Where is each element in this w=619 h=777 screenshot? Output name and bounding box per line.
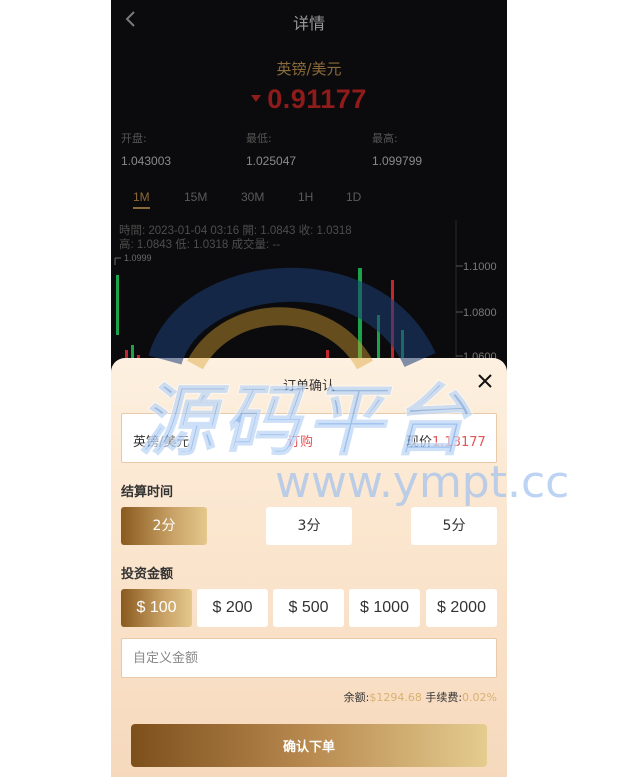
- balance-label: 余额:: [343, 691, 370, 704]
- axis-tick-label: 1.1000: [463, 261, 497, 273]
- settle-option-2min[interactable]: 2分: [121, 507, 207, 545]
- stat-high: 最高: 1.099799: [372, 130, 492, 168]
- tab-1d[interactable]: 1D: [346, 190, 361, 204]
- current-price-label: 现价: [406, 435, 433, 450]
- custom-amount-input[interactable]: [121, 638, 497, 678]
- ohlc-line-2: 高: 1.0843 低: 1.0318 成交量: --: [119, 239, 281, 251]
- settle-option-5min[interactable]: 5分: [411, 507, 497, 545]
- close-icon[interactable]: [477, 373, 493, 389]
- stat-label: 最低:: [246, 132, 272, 145]
- price-row: 0.91177: [111, 84, 507, 115]
- fee-label: 手续费:: [425, 691, 463, 704]
- interval-tabs: 1M 15M 30M 1H 1D: [121, 190, 501, 212]
- stat-label: 最高:: [372, 132, 398, 145]
- order-confirm-sheet: 订单确认 英镑/美元 订购 现价1.13177 结算时间 2分 3分 5分 投资…: [111, 358, 507, 777]
- sheet-title: 订单确认: [282, 379, 335, 394]
- balance-fee-line: 余额:$1294.68 手续费:0.02%: [344, 689, 497, 705]
- tab-1h[interactable]: 1H: [298, 190, 313, 204]
- fee-value: 0.02%: [462, 691, 497, 704]
- page-title: 详情: [292, 14, 325, 33]
- down-triangle-icon: [251, 95, 262, 102]
- tab-30m[interactable]: 30M: [241, 190, 264, 204]
- pair-name: 英镑/美元: [276, 60, 342, 78]
- amount-option-500[interactable]: $ 500: [273, 589, 344, 627]
- ohlc-readout: 時間: 2023-01-04 03:16 開: 1.0843 收: 1.0318…: [119, 224, 449, 252]
- amount-option-100[interactable]: $ 100: [121, 589, 192, 627]
- order-pair: 英镑/美元: [133, 435, 190, 450]
- settle-time-title: 结算时间: [121, 485, 174, 500]
- stat-low: 最低: 1.025047: [246, 130, 366, 168]
- header: 详情: [111, 0, 507, 40]
- balance-value: $1294.68: [369, 691, 422, 704]
- order-direction: 订购: [287, 435, 314, 450]
- tab-15m[interactable]: 15M: [184, 190, 207, 204]
- amount-option-200[interactable]: $ 200: [197, 589, 268, 627]
- ohlc-line-1: 時間: 2023-01-04 03:16 開: 1.0843 收: 1.0318: [119, 225, 352, 237]
- confirm-order-button[interactable]: 确认下单: [131, 724, 487, 767]
- axis-tick-label: 1.0800: [463, 307, 497, 319]
- stat-label: 开盘:: [121, 132, 147, 145]
- amount-option-1000[interactable]: $ 1000: [349, 589, 420, 627]
- current-price-field: 现价1.13177: [406, 431, 486, 450]
- stat-value: 1.043003: [121, 154, 172, 168]
- phone-screen: 详情 英镑/美元 0.91177 开盘: 1.043003 最低: 1.0250…: [111, 0, 507, 777]
- current-price: 0.91177: [267, 84, 367, 114]
- stat-value: 1.099799: [372, 154, 423, 168]
- invest-amount-title: 投资金额: [121, 567, 174, 582]
- order-info-box: 英镑/美元 订购 现价1.13177: [121, 413, 497, 463]
- max-price-label: 1.0999: [124, 253, 152, 263]
- stat-value: 1.025047: [246, 154, 297, 168]
- stat-open: 开盘: 1.043003: [121, 130, 241, 168]
- amount-option-2000[interactable]: $ 2000: [426, 589, 497, 627]
- settle-option-3min[interactable]: 3分: [266, 507, 352, 545]
- tab-1m[interactable]: 1M: [133, 190, 150, 209]
- current-price-value: 1.13177: [432, 435, 486, 450]
